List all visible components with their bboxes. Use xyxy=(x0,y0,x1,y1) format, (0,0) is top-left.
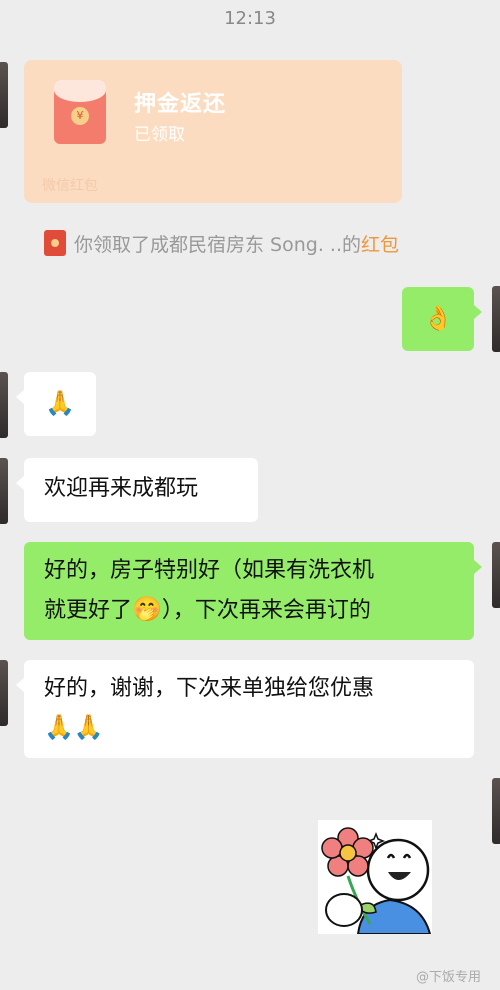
my-avatar[interactable] xyxy=(492,778,500,844)
message-text-line: 就更好了🤭），下次再来会再订的 xyxy=(44,595,371,623)
folded-hands-emoji: 🙏 xyxy=(45,389,75,417)
my-avatar[interactable] xyxy=(492,542,500,608)
sender-avatar[interactable] xyxy=(0,62,8,128)
system-notice: 你领取了成都民宿房东 Song. ..的红包 xyxy=(44,230,399,257)
message-bubble-out[interactable]: 好的，房子特别好（如果有洗衣机 就更好了🤭），下次再来会再订的 xyxy=(24,542,482,640)
coin-icon: ¥ xyxy=(71,107,89,125)
message-bubble-out[interactable]: 👌 xyxy=(402,287,482,351)
flower-smiley-sticker-icon[interactable] xyxy=(318,820,432,934)
my-avatar[interactable] xyxy=(492,286,500,352)
sender-avatar[interactable] xyxy=(0,660,8,726)
message-bubble-in[interactable]: 🙏 xyxy=(16,372,96,436)
red-packet-footer: 微信红包 xyxy=(42,178,98,194)
notice-text: 你领取了成都民宿房东 Song. ..的 xyxy=(74,234,361,256)
sender-avatar[interactable] xyxy=(0,372,8,438)
timestamp: 12:13 xyxy=(224,8,276,29)
ok-hand-emoji: 👌 xyxy=(423,304,453,332)
message-bubble-in[interactable]: 好的，谢谢，下次来单独给您优惠 🙏🙏 xyxy=(16,660,474,758)
message-bubble-in[interactable]: 欢迎再来成都玩 xyxy=(16,458,258,522)
watermark: @下饭专用 xyxy=(416,970,482,985)
message-text-line: 好的，房子特别好（如果有洗衣机 xyxy=(44,558,375,583)
red-packet-title: 押金返还 xyxy=(134,92,227,117)
folded-hands-emoji: 🙏🙏 xyxy=(44,713,104,741)
red-packet-link[interactable]: 红包 xyxy=(361,234,399,256)
red-packet-icon xyxy=(44,230,66,256)
sender-avatar[interactable] xyxy=(0,458,8,524)
message-text: 欢迎再来成都玩 xyxy=(44,476,199,501)
hand-over-mouth-emoji: 🤭 xyxy=(132,595,162,623)
red-packet-card[interactable]: ¥ 押金返还 已领取 微信红包 xyxy=(24,60,402,203)
red-envelope-icon: ¥ xyxy=(54,80,106,144)
red-packet-status: 已领取 xyxy=(134,125,185,145)
message-text-line: 好的，谢谢，下次来单独给您优惠 xyxy=(44,676,375,701)
